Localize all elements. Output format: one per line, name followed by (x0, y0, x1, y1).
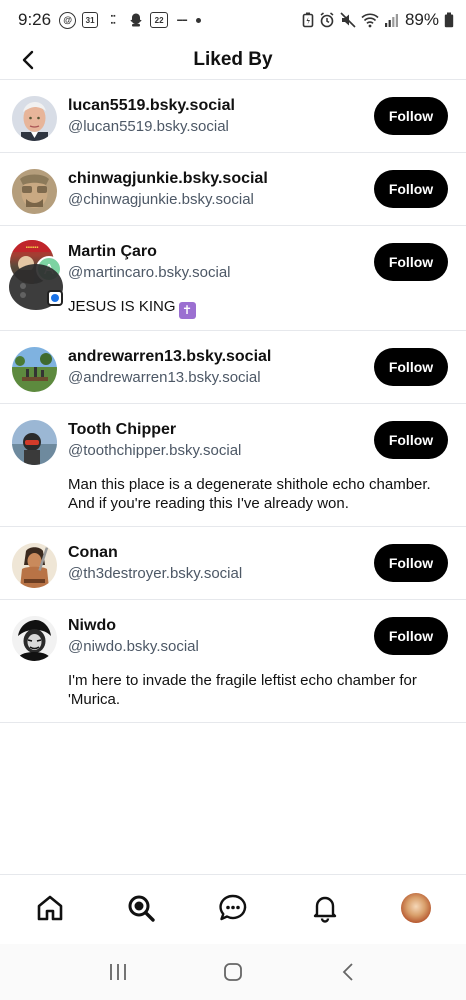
battery-saver-icon (302, 12, 314, 28)
calendar-icon: 31 (82, 12, 99, 28)
follow-button[interactable]: Follow (374, 97, 448, 135)
home-nav-button[interactable] (213, 952, 253, 992)
follow-button[interactable]: Follow (374, 421, 448, 459)
threads-icon: @ (59, 11, 77, 29)
back-button[interactable] (14, 46, 42, 74)
status-time: 9:26 (18, 10, 52, 29)
alarm-icon (319, 12, 335, 28)
battery-percent: 89% (404, 10, 439, 29)
status-bar: 9:26 @ 31 ▪▪ ▪▪ 22 ▬▬ 89% (0, 0, 466, 40)
user-row[interactable]: Niwdo @niwdo.bsky.social I'm here to inv… (0, 600, 466, 723)
follow-button[interactable]: Follow (374, 170, 448, 208)
app-badge-icon: 22 (150, 12, 169, 28)
user-avatar[interactable] (12, 616, 57, 661)
page-title: Liked By (193, 48, 273, 70)
home-icon (37, 895, 63, 920)
tab-search[interactable] (117, 884, 165, 932)
tab-notifications[interactable] (301, 884, 349, 932)
status-right: 89% (302, 10, 454, 30)
status-left: 9:26 @ 31 ▪▪ ▪▪ 22 ▬▬ (18, 10, 202, 30)
svg-text:▪▪▪▪▪▪: ▪▪▪▪▪▪ (26, 245, 39, 251)
user-bio: Man this place is a degenerate shithole … (68, 476, 431, 512)
latin-cross-emoji-icon: ✝ (178, 302, 196, 319)
snapchat-icon (128, 12, 144, 28)
messenger-icon (47, 290, 63, 306)
avatar-stack[interactable]: ▪▪▪▪▪▪ A (9, 240, 65, 310)
user-row[interactable]: lucan5519.bsky.social @lucan5519.bsky.so… (0, 80, 466, 153)
recents-button[interactable] (98, 952, 138, 992)
chat-icon (219, 894, 247, 920)
profile-avatar (401, 892, 432, 923)
user-row[interactable]: Tooth Chipper @toothchipper.bsky.social … (0, 404, 466, 527)
user-bio: JESUS IS KING ✝ (68, 297, 448, 319)
user-bio: I'm here to invade the fragile leftist e… (68, 672, 417, 708)
wifi-icon (361, 12, 379, 28)
small-app-icon: ▬▬ (177, 17, 188, 23)
signal-icon (384, 12, 400, 28)
recents-icon (109, 964, 126, 980)
user-row[interactable]: ▪▪▪▪▪▪ A Martin Çaro @martincaro.bsky.so… (0, 226, 466, 331)
more-notifications-dot (196, 17, 202, 23)
tab-home[interactable] (26, 884, 74, 932)
search-icon (128, 895, 156, 922)
header: Liked By (0, 40, 466, 80)
user-avatar[interactable] (12, 347, 57, 392)
follow-button[interactable]: Follow (374, 617, 448, 655)
user-avatar[interactable] (12, 169, 57, 214)
battery-icon (444, 12, 454, 28)
temu-icon: ▪▪ ▪▪ (110, 13, 116, 27)
user-row[interactable]: Conan @th3destroyer.bsky.social Follow (0, 527, 466, 600)
liked-by-list: lucan5519.bsky.social @lucan5519.bsky.so… (0, 80, 466, 723)
back-nav-icon (343, 963, 353, 981)
tab-chat[interactable] (209, 884, 257, 932)
user-avatar[interactable] (12, 96, 57, 141)
user-row[interactable]: andrewarren13.bsky.social @andrewarren13… (0, 331, 466, 404)
tab-profile[interactable] (392, 884, 440, 932)
follow-button[interactable]: Follow (374, 544, 448, 582)
bottom-tab-bar (0, 874, 466, 940)
chevron-left-icon (22, 50, 34, 70)
mute-icon (340, 12, 356, 28)
back-nav-button[interactable] (328, 952, 368, 992)
user-row[interactable]: chinwagjunkie.bsky.social @chinwagjunkie… (0, 153, 466, 226)
follow-button[interactable]: Follow (374, 348, 448, 386)
bell-icon (313, 896, 336, 923)
system-navigation-bar (0, 944, 466, 1000)
follow-button[interactable]: Follow (374, 243, 448, 281)
user-bio-text: JESUS IS KING (68, 298, 176, 315)
user-avatar[interactable] (12, 420, 57, 465)
home-nav-icon (224, 963, 242, 981)
user-avatar[interactable] (12, 543, 57, 588)
